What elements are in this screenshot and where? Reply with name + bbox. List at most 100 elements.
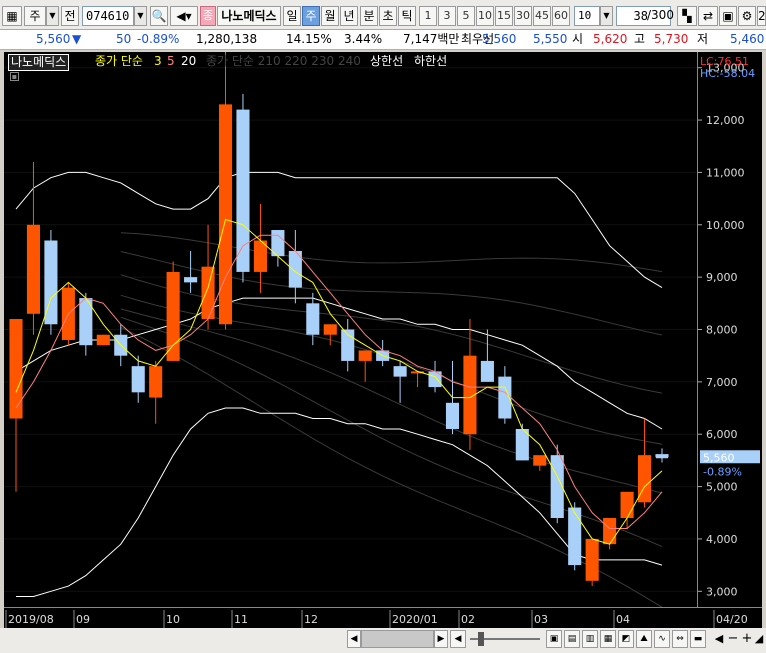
candle-body	[218, 104, 233, 325]
candle-body	[603, 517, 617, 545]
price-chart[interactable]	[4, 52, 697, 608]
menu-button[interactable]: 주	[24, 6, 46, 26]
open-label: 시	[572, 32, 584, 46]
y-tick-label: 12,000	[706, 114, 745, 127]
chevron-down-icon[interactable]: ▼	[134, 6, 147, 26]
tab-minute[interactable]: 분	[360, 6, 378, 26]
tab-day[interactable]: 일	[283, 6, 301, 26]
speed-slider-handle[interactable]	[478, 632, 484, 646]
interval-30[interactable]: 30	[514, 6, 532, 26]
x-tick-label: 03	[534, 613, 548, 626]
bar-icon[interactable]: ▬	[690, 630, 706, 648]
candle-body	[96, 334, 110, 346]
candle-body	[533, 455, 547, 466]
interval-5[interactable]: 5	[457, 6, 475, 26]
indicator-icon[interactable]: ▦	[600, 630, 616, 648]
quote-bar: 5,560 ▼ 50 -0.89% 1,280,138 14.15% 3.44%…	[0, 30, 766, 50]
scroll-left-arrow-icon[interactable]: ◀	[712, 630, 726, 648]
volume: 1,280,138	[196, 32, 258, 46]
interval-60[interactable]: 60	[552, 6, 570, 26]
view-button[interactable]: 전	[61, 6, 79, 26]
interval-45[interactable]: 45	[533, 6, 551, 26]
x-tick-label: 04/20	[716, 613, 748, 626]
legend-ma3: 3	[154, 54, 162, 68]
candlestick-chart	[4, 52, 697, 608]
favorite-icon[interactable]: 종	[200, 6, 216, 26]
band-mid-line	[15, 297, 663, 430]
best-ask: 5,560	[482, 32, 517, 46]
candle-body	[131, 366, 145, 393]
candle-body	[9, 319, 23, 419]
legend-stock-name[interactable]: 나노메딕스	[8, 54, 70, 71]
tab-year[interactable]: 년	[340, 6, 358, 26]
candle-body	[480, 360, 494, 382]
scroll-thumb[interactable]	[361, 630, 434, 648]
chart-type-icon[interactable]: ▥	[582, 630, 598, 648]
stock-code-input[interactable]: 074610	[82, 6, 134, 26]
legend-ma20: 20	[181, 54, 197, 68]
tab-month[interactable]: 월	[321, 6, 339, 26]
search-icon[interactable]: 🔍	[150, 6, 168, 26]
range-icon[interactable]: ⇔	[672, 630, 688, 648]
candle-body	[184, 277, 198, 283]
x-tick-label: 2019/08	[8, 613, 54, 626]
tab-week[interactable]: 주	[302, 6, 320, 26]
line-chart-icon[interactable]: ∿	[654, 630, 670, 648]
page-total: /300	[647, 8, 674, 22]
long-ma-line	[120, 308, 663, 494]
overflow-tab[interactable]: 2	[757, 6, 766, 26]
play-back-icon[interactable]: ◀	[450, 630, 466, 648]
interval-10[interactable]: 10	[476, 6, 494, 26]
interval-1[interactable]: 1	[419, 6, 437, 26]
price-change: 50	[116, 32, 132, 46]
y-tick-label: 10,000	[706, 219, 745, 232]
y-tick-label: 5,000	[706, 481, 738, 494]
zoom-out-icon[interactable]: −	[726, 630, 740, 648]
turnover-percent: 14.15%	[286, 32, 332, 46]
stock-name-label: 나노메딕스	[217, 6, 281, 26]
interval-15[interactable]: 15	[495, 6, 513, 26]
band-upper-line	[15, 171, 663, 289]
y-tick-label: 4,000	[706, 533, 738, 546]
candle-body	[306, 303, 320, 335]
draw-icon[interactable]: ◩	[618, 630, 634, 648]
x-tick-label: 10	[166, 613, 180, 626]
reset-icon[interactable]: ◢	[752, 630, 766, 648]
candle-body	[620, 491, 634, 518]
date-axis: 2019/08 09 10 11 12 2020/01 02 03 04 04/20	[4, 607, 762, 628]
grid-icon[interactable]: ▦	[2, 6, 22, 26]
gear-icon[interactable]: ⚙	[738, 6, 756, 26]
long-ma-line	[120, 232, 663, 273]
chevron-down-icon[interactable]: ▼	[46, 6, 59, 26]
candle-body	[393, 366, 407, 377]
candle-body	[26, 224, 41, 314]
trade-amount: 7,147백만	[403, 32, 460, 46]
candle-body	[236, 109, 250, 272]
high-price: 5,730	[654, 32, 689, 46]
low-label: 저	[697, 32, 709, 46]
date-axis-labels: 2019/08 09 10 11 12 2020/01 02 03 04 04/20	[5, 610, 748, 628]
x-tick-label: 02	[461, 613, 475, 626]
expand-icon[interactable]: ▪	[10, 72, 19, 81]
count-input[interactable]: 10	[574, 6, 600, 26]
y-tick-label: 9,000	[706, 271, 738, 284]
zoom-fit-icon[interactable]: ▣	[546, 630, 562, 648]
interval-3[interactable]: 3	[438, 6, 456, 26]
scroll-right-button[interactable]: ▶	[434, 630, 448, 648]
scroll-left-button[interactable]: ◀	[347, 630, 361, 648]
save-icon[interactable]: ▣	[719, 6, 737, 26]
zoom-box-icon[interactable]: ▤	[564, 630, 580, 648]
x-tick-label: 12	[304, 613, 318, 626]
tab-tick[interactable]: 틱	[398, 6, 416, 26]
band-lower-line	[16, 407, 663, 597]
mountain-icon[interactable]: ⛰	[636, 630, 652, 648]
tab-second[interactable]: 초	[379, 6, 397, 26]
settings-icon[interactable]: ▚	[677, 6, 697, 26]
y-tick-label: 6,000	[706, 428, 738, 441]
chevron-down-icon[interactable]: ▼	[600, 6, 613, 26]
sound-icon[interactable]: ◀▾	[170, 6, 198, 26]
compare-icon[interactable]: ⇄	[698, 6, 718, 26]
legend-ma-title[interactable]: 종가 단순	[95, 54, 143, 69]
legend-limit-up: 상한선	[370, 54, 404, 68]
toolbar: ▦ 주 ▼ 전 074610 ▼ 🔍 ◀▾ 종 나노메딕스 일 주 월 년 분 …	[0, 0, 766, 30]
